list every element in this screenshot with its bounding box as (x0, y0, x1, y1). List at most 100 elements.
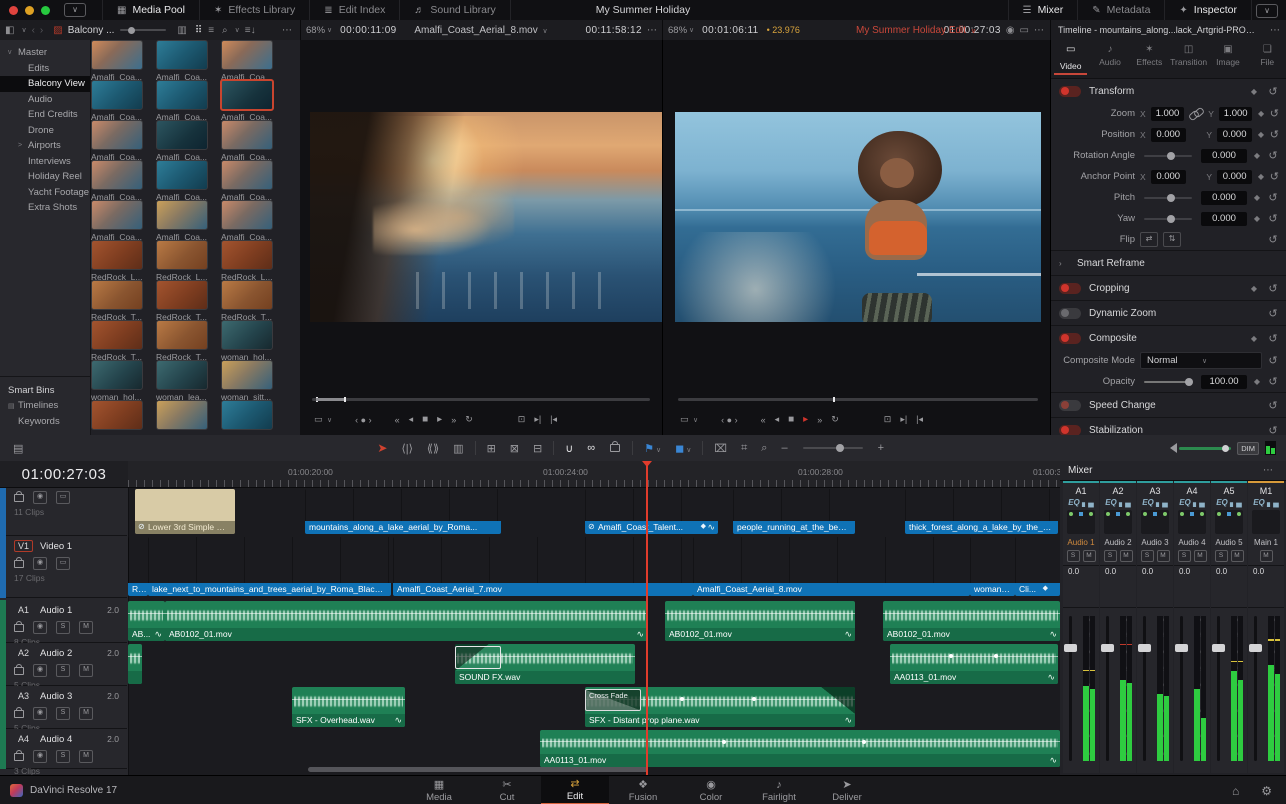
clip-thumbnail[interactable] (91, 200, 143, 230)
reset-icon[interactable]: ↺ (1267, 307, 1279, 320)
reset-icon[interactable]: ↺ (1270, 128, 1279, 141)
retime-curve-icon[interactable]: ∿ (844, 628, 852, 640)
media-clip[interactable]: Amalfi_Coa... (156, 40, 218, 82)
bin-item-end-credits[interactable]: End Credits (0, 107, 90, 123)
track-enable-icon[interactable]: ▭ (56, 557, 70, 570)
media-clip[interactable]: woman_lea... (156, 360, 218, 402)
media-clip[interactable]: RedRock_L... (221, 240, 283, 282)
replace-clip-icon[interactable]: ⊟ (526, 442, 549, 455)
timeline-body[interactable]: 01:00:20:0001:00:24:0001:00:28:0001:00:3… (128, 461, 1060, 775)
bin-item-balcony-view[interactable]: Balcony View (0, 76, 90, 92)
track-lock-icon[interactable] (14, 560, 24, 568)
section-enable-toggle[interactable] (1059, 425, 1081, 436)
reset-icon[interactable]: ↺ (1267, 233, 1279, 246)
source-scrub-bar[interactable] (312, 398, 650, 401)
media-clip[interactable]: Amalfi_Coa... (91, 80, 153, 122)
clip-thumbnail[interactable] (221, 360, 273, 390)
reset-icon[interactable]: ↺ (1267, 282, 1279, 295)
clip-thumbnail[interactable] (156, 360, 208, 390)
media-clip[interactable]: Amalfi_Coa... (91, 200, 153, 242)
media-clip[interactable]: RedRock_L... (91, 240, 153, 282)
zoom-out-icon[interactable]: – (774, 442, 794, 454)
keyframe-icon[interactable]: ◆ (1252, 151, 1262, 160)
fader-handle[interactable] (1212, 644, 1225, 652)
bin-item-audio[interactable]: Audio (0, 92, 90, 108)
track-header-a3[interactable]: A3Audio 32.0◉SM5 Clips (6, 686, 127, 729)
media-clip[interactable]: Amalfi_Coa... (156, 120, 218, 162)
source-viewer-options-icon[interactable]: ⋯ (647, 25, 657, 36)
timeline-viewer-image[interactable] (675, 112, 1041, 322)
timeline-match-frame-icon[interactable]: ⊡ (884, 414, 892, 425)
back-icon[interactable]: ‹ (32, 25, 35, 36)
source-in-icon[interactable]: ▸| (534, 414, 541, 425)
source-prev-clip-icon[interactable]: « (395, 415, 400, 425)
retime-curve-icon[interactable]: ∿ (1049, 754, 1057, 766)
strip-solo-button[interactable]: S (1215, 550, 1228, 562)
clip-thumbnail[interactable] (156, 200, 208, 230)
clip-thumbnail[interactable] (91, 80, 143, 110)
media-clip[interactable]: Amalfi_Coa... (156, 160, 218, 202)
clip-thumbnail[interactable] (221, 120, 273, 150)
current-bin-label[interactable]: Balcony ... (68, 25, 115, 36)
auto-select-icon[interactable]: ◉ (33, 750, 47, 763)
param-value-field[interactable]: 0.000 (1201, 149, 1247, 163)
keyframe-icon[interactable]: ◆ (1257, 172, 1265, 181)
media-clip[interactable]: Amalfi_Coa... (156, 80, 218, 122)
dynamic-trim-mode-icon[interactable]: ⟪⟫ (420, 442, 446, 455)
top-panel-inspector[interactable]: ✦Inspector (1164, 0, 1252, 20)
source-stop-icon[interactable]: ■ (422, 414, 428, 425)
video-clip[interactable]: Amalfi_Coast_Aerial_8.mov (693, 537, 970, 596)
track-header-a1[interactable]: A1Audio 12.0◉SM8 Clips (6, 600, 127, 643)
smart-bin-timelines[interactable]: ▤Timelines (0, 398, 90, 414)
close-window-icon[interactable] (9, 6, 18, 15)
fader-track[interactable] (1217, 616, 1220, 761)
mute-button[interactable]: M (79, 750, 93, 763)
media-clip[interactable]: Amalfi_Coa... (91, 120, 153, 162)
audio-transition-region[interactable] (455, 646, 501, 669)
timeline-scrub-bar[interactable] (678, 398, 1038, 401)
media-clip[interactable]: RedRock_T... (91, 280, 153, 322)
audio-clip[interactable]: AB...∿ (128, 601, 165, 641)
clip-thumbnail[interactable] (91, 360, 143, 390)
strip-solo-button[interactable]: S (1104, 550, 1117, 562)
clip-thumbnail[interactable] (156, 400, 208, 430)
audio-clip[interactable]: AA0113_01.mov∿ (890, 644, 1058, 684)
solo-button[interactable]: S (56, 664, 70, 677)
timeline-step-back-icon[interactable]: ◂ (775, 414, 780, 425)
media-clip[interactable]: Amalfi_Coa... (156, 200, 218, 242)
media-clip[interactable]: Amalfi_Coa... (221, 120, 283, 162)
top-panel-metadata[interactable]: ✎Metadata (1077, 0, 1164, 20)
auto-select-icon[interactable]: ◉ (33, 664, 47, 677)
media-clip[interactable] (156, 400, 218, 430)
pan-control[interactable] (1141, 510, 1169, 534)
fader-handle[interactable] (1249, 644, 1262, 652)
track-header-a2[interactable]: A2Audio 22.0◉SM5 Clips (6, 643, 127, 686)
timeline-view-options-icon[interactable]: ▤ (6, 442, 30, 455)
fader-track[interactable] (1180, 616, 1183, 761)
workspace-menu-icon[interactable]: ∨ (1256, 4, 1278, 18)
mixer-strip-a4[interactable]: A4EQ ▖▄Audio 4SM0.00-5-10-15-20-30-40-50 (1174, 481, 1210, 773)
timeline-in-icon[interactable]: ▸| (900, 414, 907, 425)
timeline-loop-icon[interactable]: ↻ (831, 414, 839, 425)
audio-clip[interactable]: SFX - Distant prop plane.wav∿Cross Fade (585, 687, 855, 727)
flag-icon[interactable]: ⚑∨ (637, 442, 668, 455)
reset-icon[interactable]: ↺ (1267, 85, 1279, 98)
source-zoom-level[interactable]: 68% (306, 25, 325, 36)
top-panel-sound-library[interactable]: ♬Sound Library (399, 0, 510, 20)
video-clip[interactable]: thick_forest_along_a_lake_by_the_mountai… (905, 489, 1058, 534)
video-clip[interactable]: lake_next_to_mountains_and_trees_aerial_… (148, 537, 391, 596)
audio-clip[interactable]: AA0113_01.mov∿ (540, 730, 1060, 767)
track-lock-icon[interactable] (14, 753, 24, 761)
auto-select-icon[interactable]: ◉ (33, 557, 47, 570)
track-lock-icon[interactable] (14, 624, 24, 632)
mixer-strip-m1[interactable]: M1EQ ▖▄Main 1M0.00-5-10-15-20-30-40-50 (1248, 481, 1284, 773)
clip-thumbnail[interactable] (156, 40, 208, 70)
track-header-v2[interactable]: ◉▭11 Clips (6, 488, 127, 536)
keyframe-icon[interactable]: ◆ (1249, 87, 1259, 96)
page-tab-media[interactable]: ▦Media (405, 776, 473, 804)
speaker-icon[interactable] (1165, 443, 1177, 453)
inspector-tab-video[interactable]: ▭Video (1051, 40, 1090, 78)
clip-thumbnail[interactable] (91, 40, 143, 70)
overwrite-clip-icon[interactable]: ⊠ (503, 442, 526, 455)
inspector-tab-file[interactable]: ❏File (1248, 40, 1286, 78)
